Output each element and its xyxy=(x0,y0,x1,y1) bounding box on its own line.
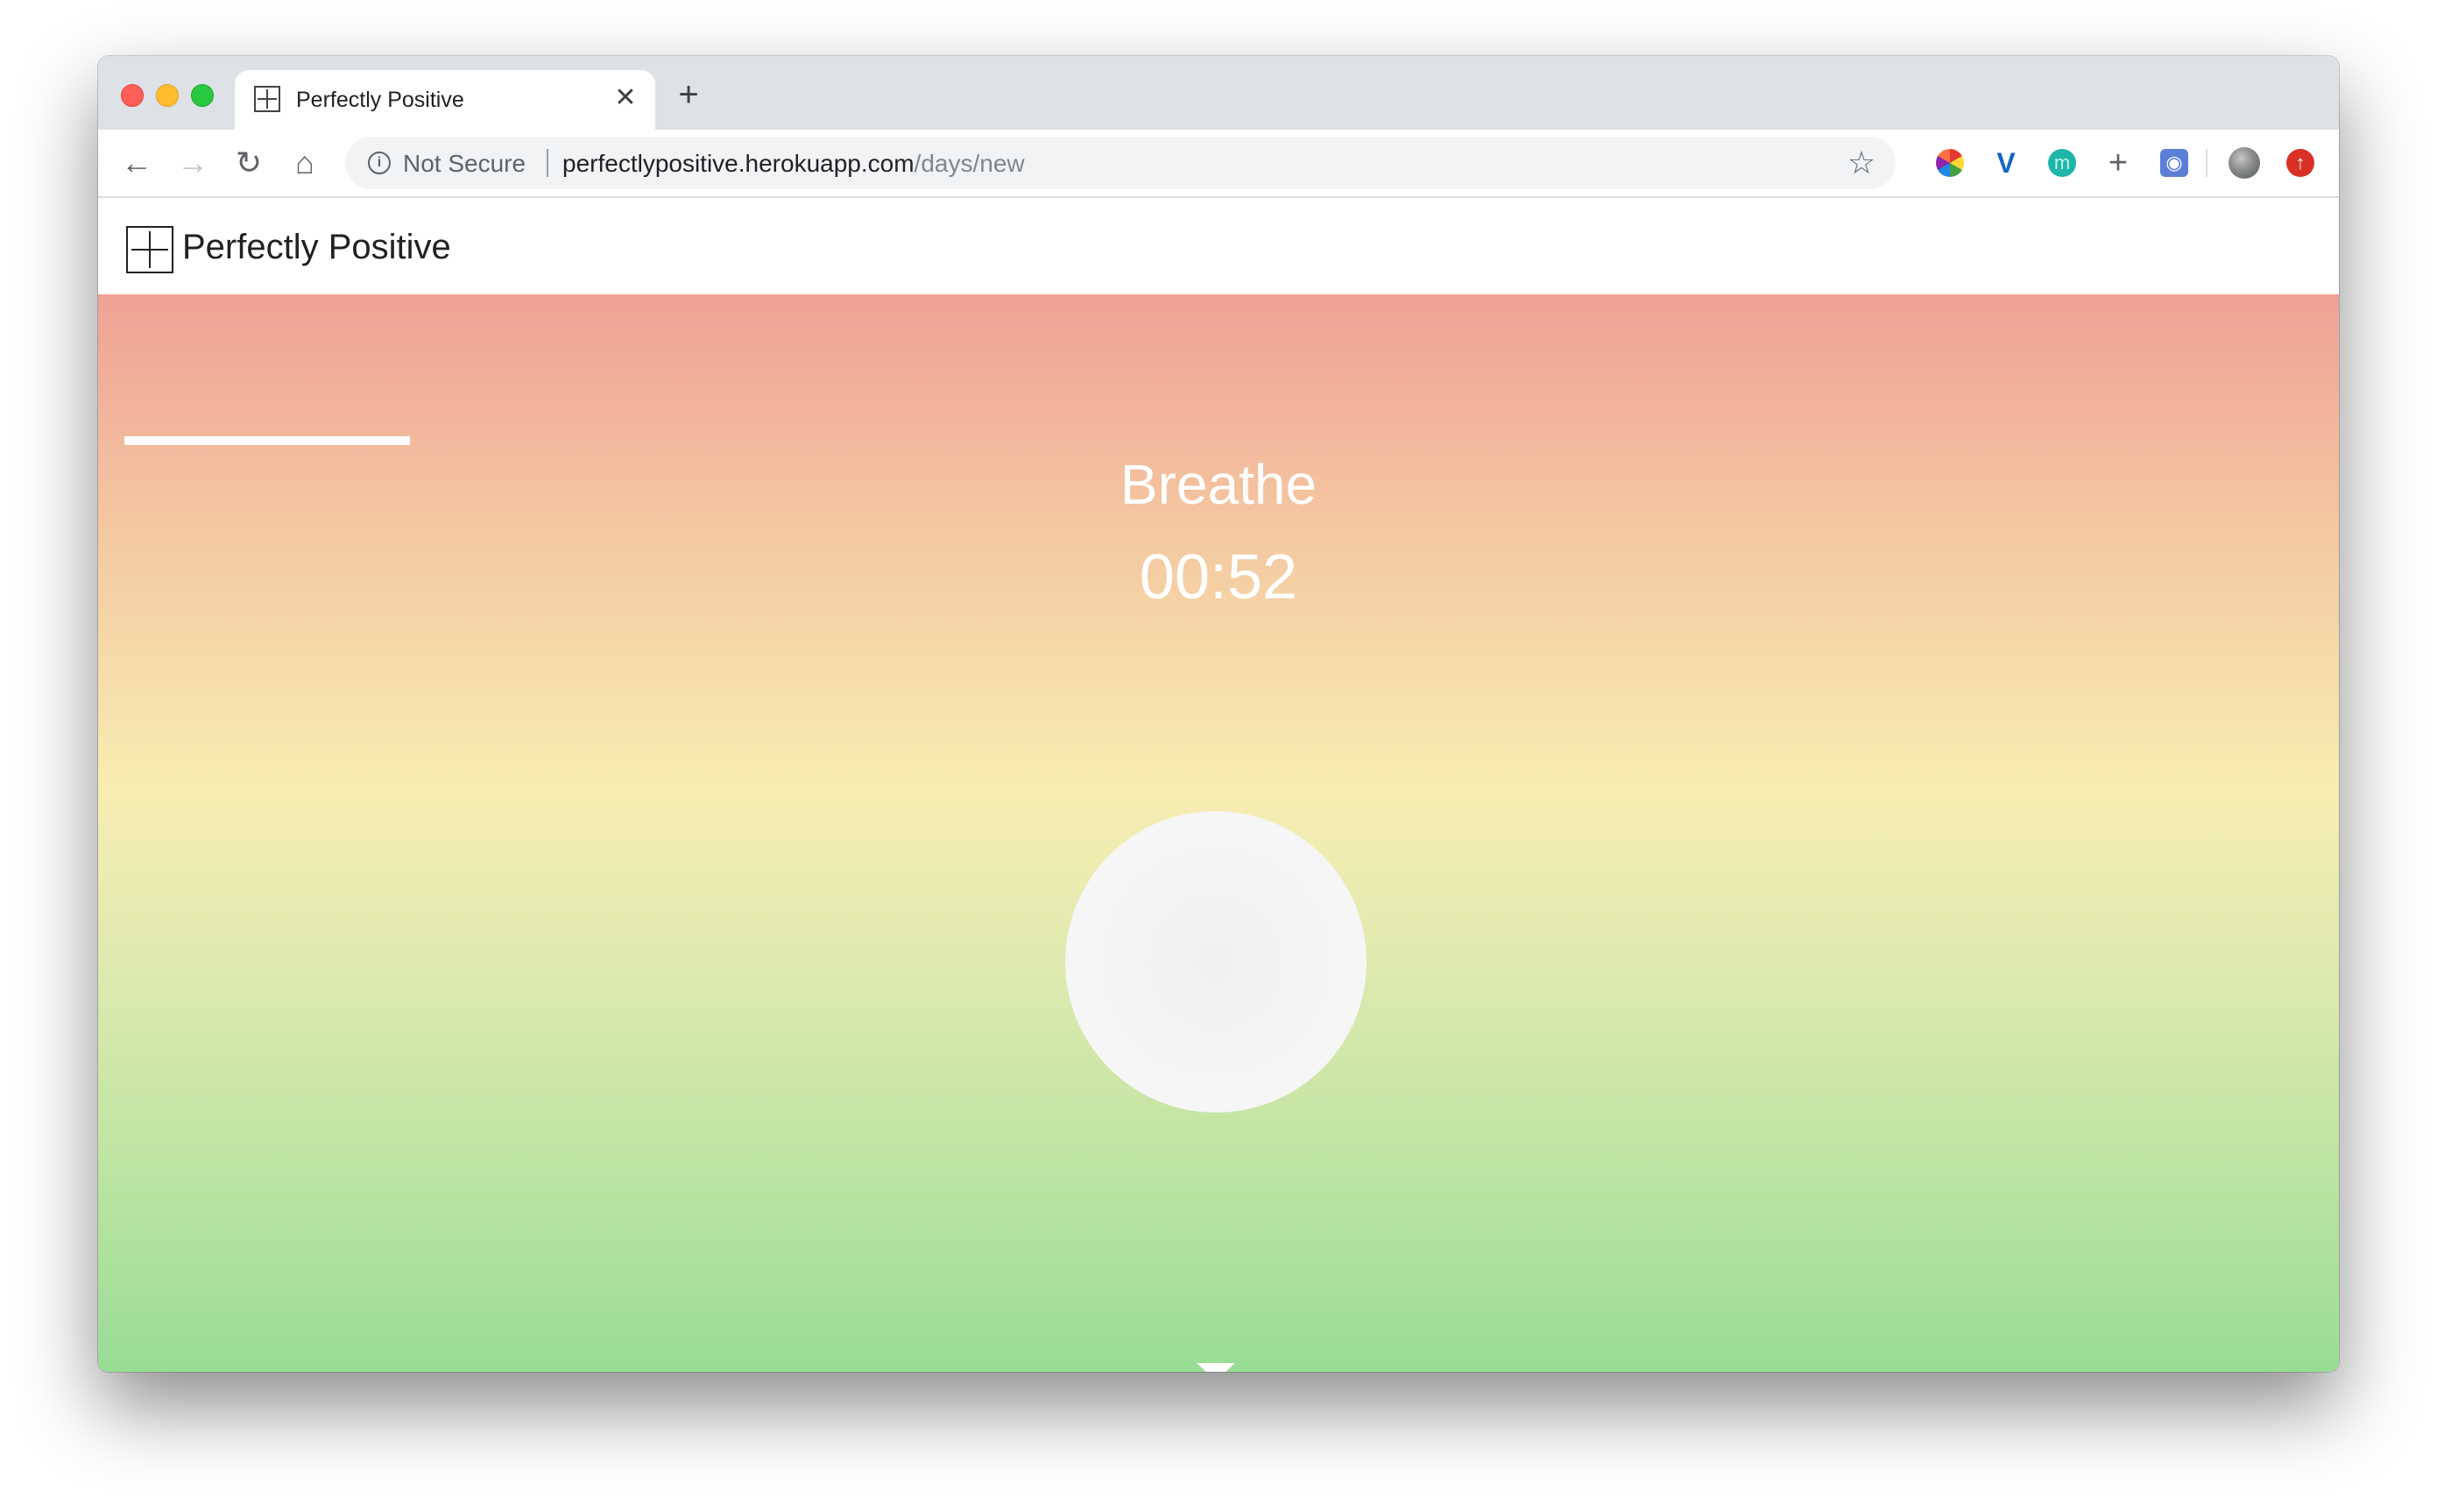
scroll-down-arrow-icon[interactable] xyxy=(1197,1363,1235,1372)
color-wheel-icon[interactable] xyxy=(1936,149,1964,177)
tab-strip: Perfectly Positive ✕ + xyxy=(98,56,2339,130)
address-bar[interactable]: i Not Secure perfectlypositive.herokuapp… xyxy=(345,137,1896,189)
favicon-icon xyxy=(254,86,280,112)
breathing-circle xyxy=(1065,811,1367,1113)
url-divider xyxy=(547,149,548,177)
url-host: perfectlypositive.herokuapp.com xyxy=(562,150,915,177)
camera-icon[interactable]: ◉ xyxy=(2160,149,2188,177)
new-tab-button[interactable]: + xyxy=(671,77,706,112)
zoom-window-button[interactable] xyxy=(191,84,214,107)
toolbar-divider xyxy=(2206,149,2207,177)
close-tab-icon[interactable]: ✕ xyxy=(610,82,641,114)
home-button[interactable]: ⌂ xyxy=(284,142,326,184)
phase-label: Breathe xyxy=(1120,453,1317,516)
logo-icon[interactable] xyxy=(126,226,173,273)
browser-toolbar: ← → ↻ ⌂ i Not Secure perfectlypositive.h… xyxy=(98,130,2339,198)
close-window-button[interactable] xyxy=(121,84,144,107)
m-extension-icon[interactable]: m xyxy=(2048,149,2076,177)
site-header: Perfectly Positive xyxy=(98,198,2339,294)
url-path: /days/new xyxy=(914,150,1025,177)
countdown-timer: 00:52 xyxy=(1139,542,1298,612)
progress-fill xyxy=(124,436,410,445)
update-icon[interactable]: ↑ xyxy=(2286,149,2314,177)
browser-window: Perfectly Positive ✕ + ← → ↻ ⌂ i Not Sec… xyxy=(98,56,2339,1372)
info-icon[interactable]: i xyxy=(368,152,391,174)
progress-bar xyxy=(124,436,410,445)
reload-button[interactable]: ↻ xyxy=(228,142,270,184)
crosshair-icon[interactable]: + xyxy=(2104,146,2132,180)
forward-button[interactable]: → xyxy=(172,142,214,184)
url-text[interactable]: perfectlypositive.herokuapp.com/days/new xyxy=(562,150,1025,178)
security-indicator[interactable]: Not Secure xyxy=(403,150,526,178)
bookmark-star-icon[interactable]: ☆ xyxy=(1843,145,1880,181)
tab-title: Perfectly Positive xyxy=(296,88,464,112)
breathing-exercise: Breathe 00:52 xyxy=(98,294,2339,1372)
back-button[interactable]: ← xyxy=(116,142,158,184)
brand-name[interactable]: Perfectly Positive xyxy=(182,228,451,267)
v-extension-icon[interactable]: V xyxy=(1992,149,2020,177)
profile-avatar[interactable] xyxy=(2229,147,2260,179)
tab-perfectly-positive[interactable]: Perfectly Positive ✕ xyxy=(235,70,655,130)
minimize-window-button[interactable] xyxy=(156,84,179,107)
